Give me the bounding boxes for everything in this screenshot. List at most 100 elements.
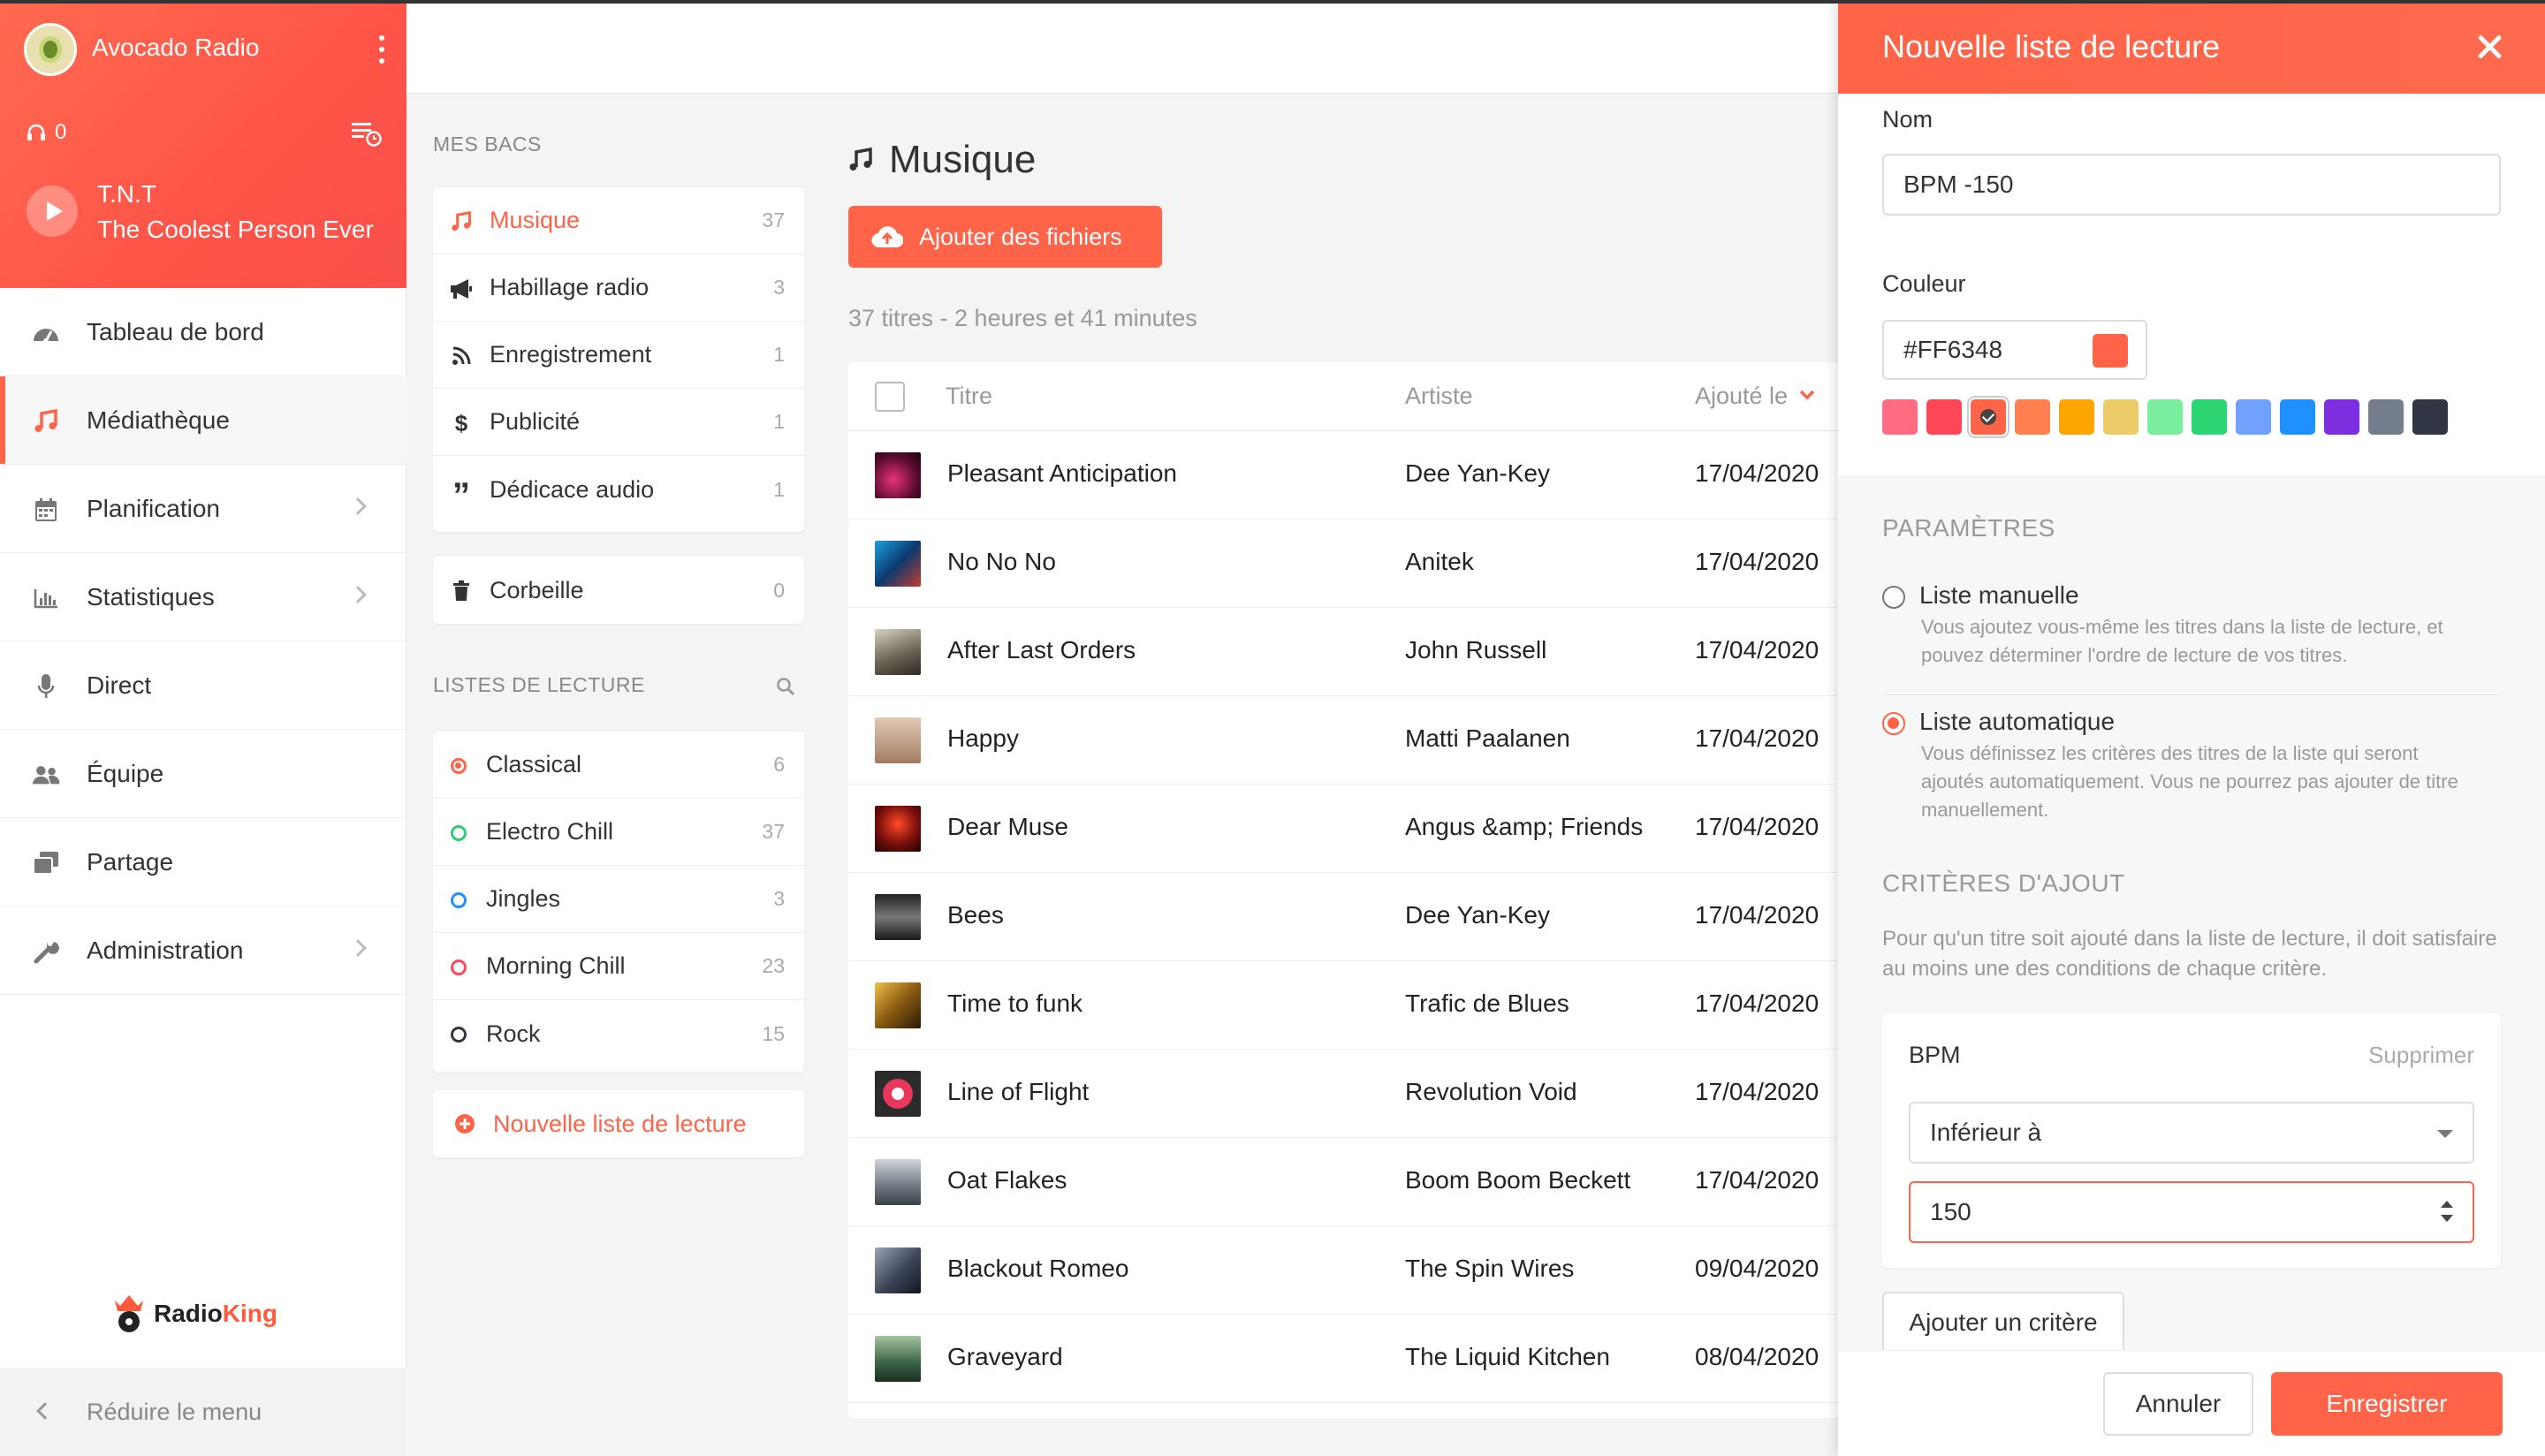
bin-item-habillage[interactable]: Habillage radio 3 bbox=[433, 254, 804, 322]
track-title: Oat Flakes bbox=[947, 1166, 1067, 1194]
table-row[interactable]: Time to funk Trafic de Blues 17/04/2020 bbox=[848, 961, 1838, 1050]
track-added: 17/04/2020 bbox=[1695, 813, 1819, 840]
color-swatch[interactable] bbox=[2059, 399, 2094, 435]
save-button[interactable]: Enregistrer bbox=[2271, 1372, 2503, 1436]
table-row[interactable]: Bees Dee Yan-Key 17/04/2020 bbox=[848, 873, 1838, 961]
nav-item-equipe[interactable]: Équipe bbox=[0, 730, 406, 818]
manual-label[interactable]: Liste manuelle bbox=[1919, 581, 2079, 610]
table-row[interactable]: Blackout Romeo The Spin Wires 09/04/2020 bbox=[848, 1226, 1838, 1315]
column-artist[interactable]: Artiste bbox=[1405, 383, 1473, 410]
stepper-down-icon[interactable] bbox=[2441, 1215, 2453, 1222]
playlist-item[interactable]: Rock 15 bbox=[433, 1000, 804, 1067]
color-swatch[interactable] bbox=[2103, 399, 2139, 435]
listeners-count: 0 bbox=[27, 120, 66, 145]
album-art bbox=[875, 717, 921, 763]
bin-item-musique[interactable]: Musique 37 bbox=[433, 187, 804, 254]
playlist-color-dot bbox=[451, 825, 467, 841]
playlist-color-dot bbox=[451, 758, 467, 774]
criteria-description: Pour qu'un titre soit ajouté dans la lis… bbox=[1882, 927, 2497, 981]
color-input[interactable]: #FF6348 bbox=[1882, 320, 2147, 380]
bin-item-dedicace[interactable]: ” Dédicace audio 1 bbox=[433, 456, 804, 523]
track-added: 17/04/2020 bbox=[1695, 990, 1819, 1017]
radio-name[interactable]: Avocado Radio bbox=[92, 34, 259, 62]
automatic-label[interactable]: Liste automatique bbox=[1919, 708, 2115, 736]
search-icon[interactable] bbox=[776, 677, 795, 696]
name-input[interactable]: BPM -150 bbox=[1882, 154, 2501, 216]
color-swatch[interactable] bbox=[2015, 399, 2050, 435]
album-art bbox=[875, 806, 921, 852]
bin-item-enregistrement[interactable]: Enregistrement 1 bbox=[433, 322, 804, 389]
color-swatch[interactable] bbox=[2192, 399, 2227, 435]
reduce-menu-button[interactable]: Réduire le menu bbox=[0, 1368, 406, 1456]
color-swatch[interactable] bbox=[2236, 399, 2271, 435]
cancel-button[interactable]: Annuler bbox=[2103, 1372, 2253, 1436]
album-art bbox=[875, 894, 921, 940]
nav-item-statistiques[interactable]: Statistiques bbox=[0, 553, 406, 641]
nav-item-planification[interactable]: Planification bbox=[0, 465, 406, 553]
table-row[interactable]: No No No Anitek 17/04/2020 bbox=[848, 519, 1838, 608]
nav-label: Tableau de bord bbox=[87, 317, 264, 345]
add-files-button[interactable]: Ajouter des fichiers bbox=[848, 206, 1162, 268]
panel-header: Nouvelle liste de lecture bbox=[1838, 0, 2545, 94]
color-swatch[interactable] bbox=[2280, 399, 2315, 435]
more-options-icon[interactable] bbox=[378, 35, 385, 64]
delete-criterion-link[interactable]: Supprimer bbox=[2368, 1042, 2474, 1069]
nav-item-direct[interactable]: Direct bbox=[0, 641, 406, 730]
nav-label: Médiathèque bbox=[87, 406, 230, 434]
stepper-up-icon[interactable] bbox=[2441, 1201, 2453, 1208]
playlist-item[interactable]: Electro Chill 37 bbox=[433, 799, 804, 866]
play-button[interactable] bbox=[27, 186, 78, 237]
playlist-item[interactable]: Jingles 3 bbox=[433, 866, 804, 933]
nav-item-partage[interactable]: Partage bbox=[0, 818, 406, 906]
nav-item-administration[interactable]: Administration bbox=[0, 906, 406, 995]
operator-select[interactable]: Inférieur à bbox=[1909, 1102, 2474, 1164]
table-row[interactable]: After Last Orders John Russell 17/04/2020 bbox=[848, 608, 1838, 696]
add-criterion-button[interactable]: Ajouter un critère bbox=[1882, 1292, 2124, 1354]
color-label: Couleur bbox=[1882, 270, 1966, 297]
track-added: 17/04/2020 bbox=[1695, 636, 1819, 664]
new-playlist-button[interactable]: Nouvelle liste de lecture bbox=[433, 1090, 804, 1157]
color-swatches bbox=[1882, 399, 2448, 435]
color-swatch[interactable] bbox=[2368, 399, 2404, 435]
table-row[interactable]: Graveyard The Liquid Kitchen 08/04/2020 bbox=[848, 1315, 1838, 1403]
nav-item-mediatheque[interactable]: Médiathèque bbox=[0, 376, 406, 465]
bin-item-corbeille[interactable]: Corbeille 0 bbox=[433, 557, 804, 624]
playlist-color-dot bbox=[451, 1027, 467, 1043]
track-artist: Angus &amp; Friends bbox=[1405, 813, 1644, 840]
radio-automatic[interactable] bbox=[1882, 712, 1905, 735]
bin-count: 37 bbox=[762, 209, 785, 231]
nav-item-dashboard[interactable]: Tableau de bord bbox=[0, 288, 406, 376]
table-row[interactable]: Pleasant Anticipation Dee Yan-Key 17/04/20… bbox=[848, 431, 1838, 519]
table-row[interactable]: Dear Muse Angus &amp; Friends 17/04/2020 bbox=[848, 785, 1838, 873]
playlist-item[interactable]: Classical 6 bbox=[433, 732, 804, 799]
bin-item-publicite[interactable]: $ Publicité 1 bbox=[433, 389, 804, 456]
dollar-icon: $ bbox=[454, 409, 468, 436]
color-swatch[interactable] bbox=[2147, 399, 2183, 435]
track-artist: Dee Yan-Key bbox=[1405, 901, 1550, 929]
color-swatch-selected[interactable] bbox=[1971, 399, 2006, 435]
color-swatch[interactable] bbox=[1882, 399, 1918, 435]
table-row[interactable]: Line of Flight Revolution Void 17/04/2020 bbox=[848, 1050, 1838, 1138]
playlist-count: 15 bbox=[762, 1021, 785, 1045]
color-swatch[interactable] bbox=[2412, 399, 2448, 435]
track-added: 17/04/2020 bbox=[1695, 1078, 1819, 1105]
sort-desc-icon[interactable] bbox=[1799, 389, 1815, 401]
table-row[interactable]: Oat Flakes Boom Boom Beckett 17/04/2020 bbox=[848, 1138, 1838, 1226]
nav-label: Partage bbox=[87, 847, 174, 876]
select-all-checkbox[interactable] bbox=[875, 382, 905, 412]
column-title[interactable]: Titre bbox=[946, 383, 992, 410]
criterion-value-input[interactable]: 150 bbox=[1909, 1181, 2474, 1243]
avocado-logo-icon[interactable] bbox=[24, 23, 77, 76]
color-swatch[interactable] bbox=[1926, 399, 1962, 435]
close-icon[interactable] bbox=[2474, 32, 2504, 62]
radio-manual[interactable] bbox=[1882, 586, 1905, 609]
queue-history-icon[interactable] bbox=[352, 120, 382, 147]
column-added[interactable]: Ajouté le bbox=[1695, 383, 1788, 410]
table-row[interactable]: Happy Matti Paalanen 17/04/2020 bbox=[848, 696, 1838, 785]
album-art bbox=[875, 1071, 921, 1117]
radioking-crown-icon bbox=[111, 1293, 147, 1334]
play-icon bbox=[47, 201, 63, 221]
criterion-value: 150 bbox=[1930, 1198, 1971, 1225]
color-swatch[interactable] bbox=[2324, 399, 2359, 435]
playlist-item[interactable]: Morning Chill 23 bbox=[433, 933, 804, 1000]
